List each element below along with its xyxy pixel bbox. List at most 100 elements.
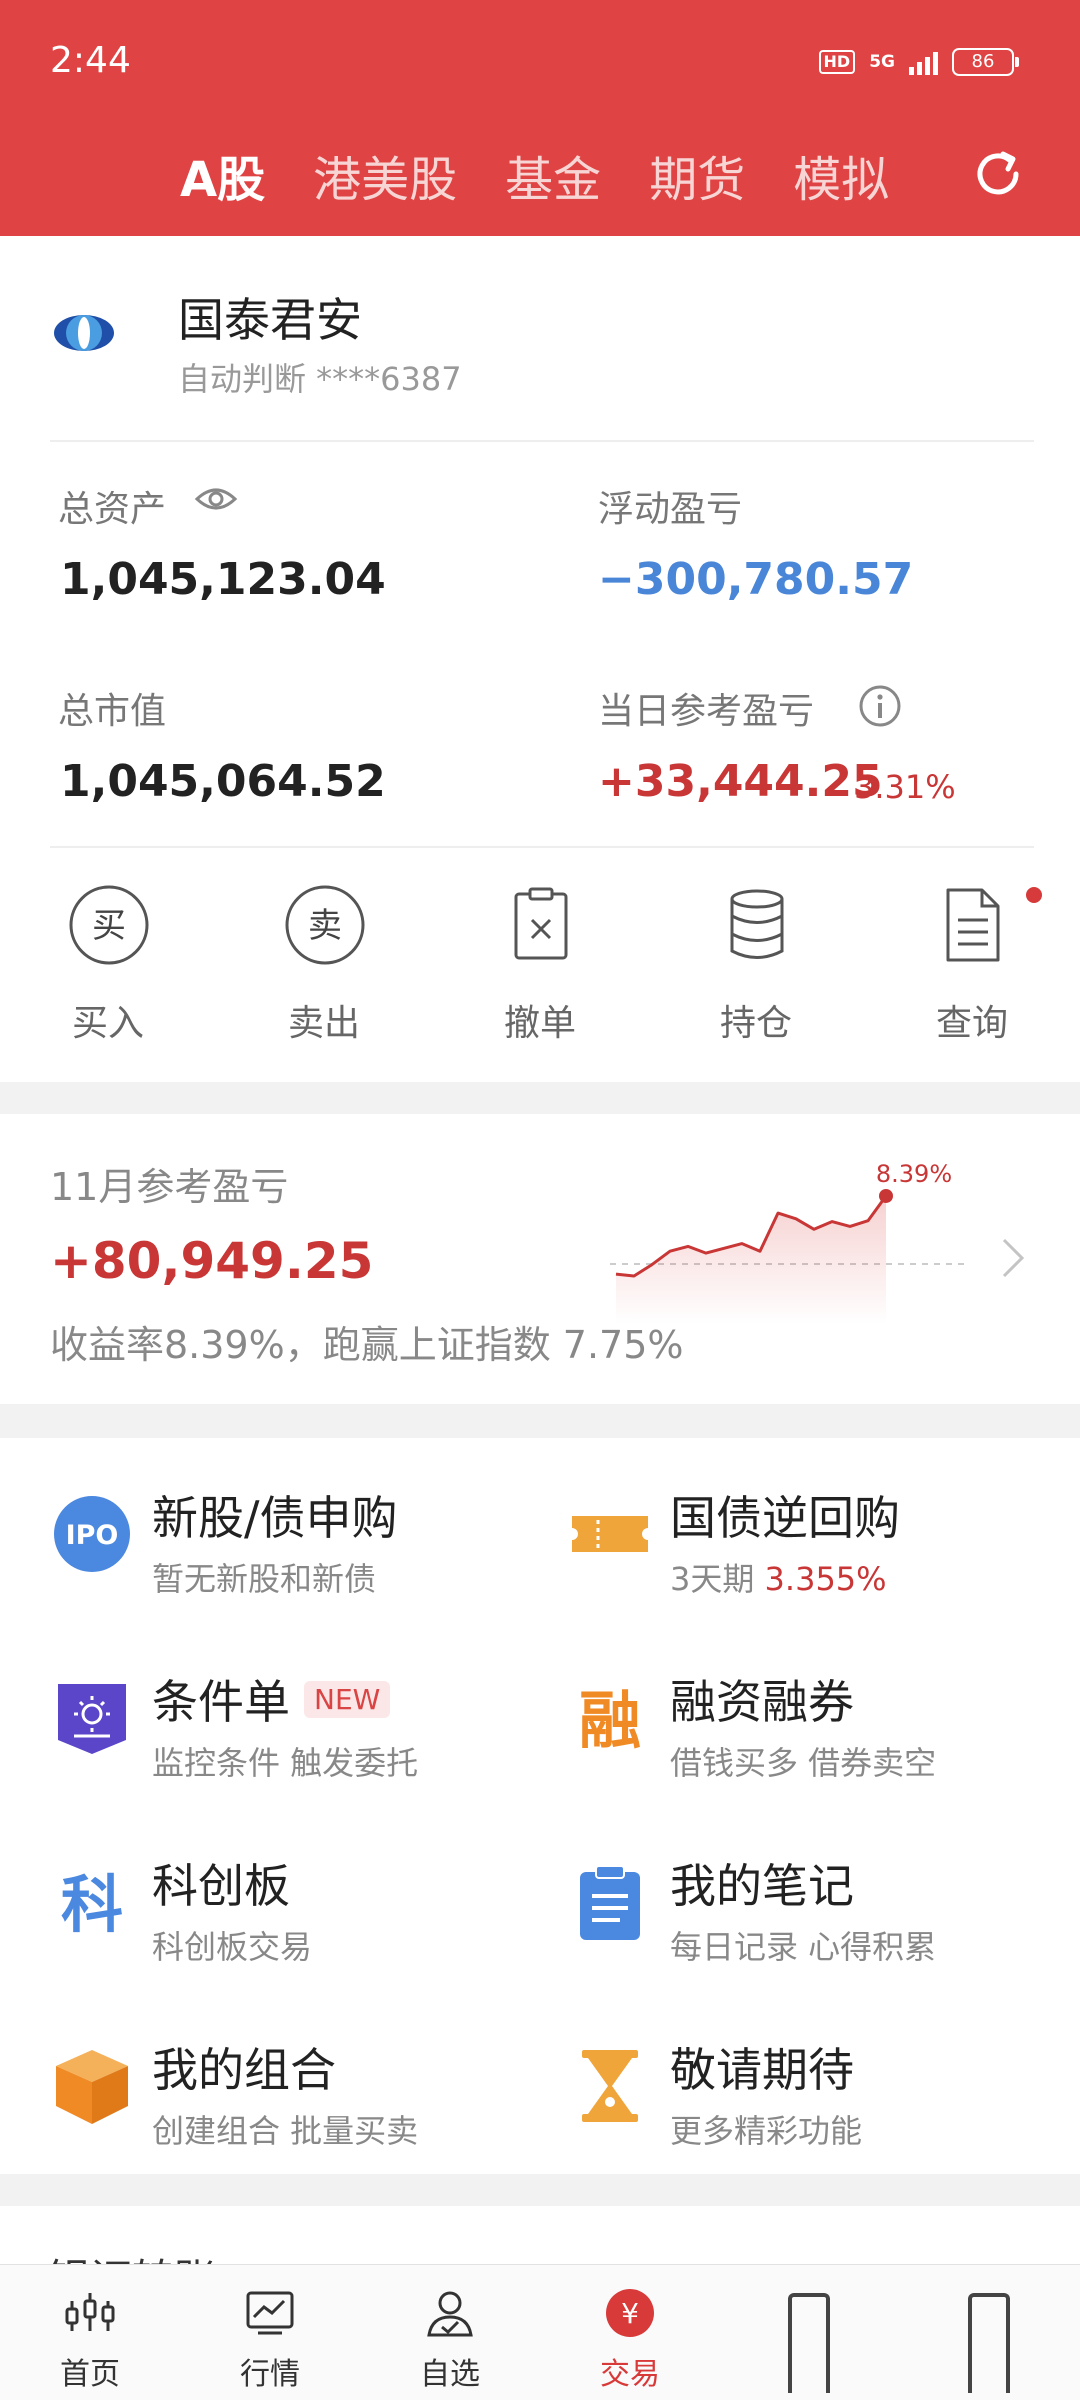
- repo-rate: 3.355%: [764, 1560, 887, 1598]
- bank-transfer-section-peek: 银证转账: [0, 2206, 1080, 2266]
- svg-text:¥: ¥: [621, 2297, 639, 2330]
- trade-yuan-icon: ¥: [606, 2289, 654, 2337]
- edge-panel-handle: [788, 2293, 830, 2393]
- ipo-icon: IPO: [54, 1496, 130, 1572]
- sell-label: 卖出: [287, 1003, 360, 1044]
- monthly-trend-chart: 8.39%: [610, 1164, 970, 1324]
- hd-icon: HD: [818, 50, 856, 74]
- notification-dot: [1026, 887, 1042, 903]
- network-type-icon: 5G: [869, 52, 895, 72]
- watchlist-person-icon: [427, 2291, 473, 2337]
- svg-text:卖: 卖: [308, 906, 342, 946]
- condition-order-icon: [58, 1684, 126, 1754]
- broker-logo-icon: [54, 315, 114, 351]
- star-market-item[interactable]: 科 科创板 科创板交易: [52, 1850, 552, 1990]
- condition-order-item[interactable]: 条件单 NEW 监控条件 触发委托: [52, 1666, 552, 1806]
- cancel-order-icon: [514, 887, 568, 960]
- bottom-navigation: 首页 行情 自选 ¥ 交易: [0, 2264, 1080, 2400]
- nav-label: 交易: [600, 2357, 660, 2392]
- tab-futures[interactable]: 期货: [649, 140, 745, 210]
- query-button[interactable]: 查询: [892, 884, 1052, 1054]
- monthly-pl-title: 11月参考盈亏: [50, 1165, 289, 1209]
- svg-text:融: 融: [579, 1684, 641, 1757]
- floating-pl-value: −300,780.57: [598, 554, 914, 605]
- chevron-right-icon[interactable]: [998, 1236, 1028, 1280]
- buy-label: 买入: [71, 1003, 144, 1044]
- query-label: 查询: [935, 1003, 1008, 1044]
- holdings-icon: [730, 889, 784, 959]
- nav-market[interactable]: 行情: [200, 2265, 340, 2400]
- total-assets-value: 1,045,123.04: [60, 554, 386, 605]
- tab-simulation[interactable]: 模拟: [793, 140, 889, 210]
- reverse-repo-item[interactable]: 国债逆回购 3天期 3.355%: [570, 1482, 1070, 1622]
- star-market-icon: 科: [61, 1868, 123, 1941]
- monthly-pl-description: 收益率8.39%，跑赢上证指数 7.75%: [50, 1323, 684, 1367]
- my-portfolio-item[interactable]: 我的组合 创建组合 批量买卖: [52, 2034, 552, 2174]
- tab-funds[interactable]: 基金: [505, 140, 601, 210]
- service-subtitle: 科创板交易: [152, 1928, 313, 1966]
- service-title: 条件单 NEW: [152, 1666, 391, 1732]
- service-title: 融资融券: [670, 1675, 854, 1729]
- divider: [50, 846, 1034, 848]
- service-subtitle: 3天期 3.355%: [670, 1554, 887, 1600]
- nav-label: 首页: [60, 2357, 120, 2392]
- daily-pl-percent: 3.31%: [854, 768, 956, 806]
- ipo-subscribe-item[interactable]: IPO 新股/债申购 暂无新股和新债: [52, 1482, 552, 1622]
- hourglass-icon: [582, 2050, 638, 2122]
- monthly-pl-card[interactable]: 11月参考盈亏 +80,949.25 收益率8.39%，跑赢上证指数 7.75%…: [0, 1114, 1080, 1404]
- status-time: 2:44: [50, 40, 131, 81]
- battery-icon: 86: [952, 48, 1019, 76]
- eye-visibility-icon[interactable]: [194, 484, 238, 514]
- account-number: 自动判断 ****6387: [178, 360, 462, 398]
- margin-trading-icon: 融: [579, 1684, 641, 1757]
- service-title: 我的笔记: [670, 1859, 854, 1913]
- service-subtitle: 借钱买多 借券卖空: [670, 1744, 937, 1782]
- nav-watchlist[interactable]: 自选: [380, 2265, 520, 2400]
- service-subtitle: 更多精彩功能: [670, 2112, 863, 2150]
- tab-a-shares[interactable]: A股: [180, 140, 265, 210]
- info-icon[interactable]: [858, 684, 902, 728]
- coming-soon-item[interactable]: 敬请期待 更多精彩功能: [570, 2034, 1070, 2174]
- holdings-label: 持仓: [719, 1003, 792, 1044]
- floating-pl-label: 浮动盈亏: [598, 489, 743, 530]
- buy-button[interactable]: 买 买入: [28, 884, 188, 1054]
- my-notes-item[interactable]: 我的笔记 每日记录 心得积累: [570, 1850, 1070, 1990]
- status-bar: 2:44 HD 5G 86: [0, 0, 1080, 130]
- margin-trading-item[interactable]: 融 融资融券 借钱买多 借券卖空: [570, 1666, 1070, 1806]
- svg-text:科: 科: [61, 1868, 123, 1941]
- repo-term: 3天期: [670, 1560, 765, 1598]
- nav-label: 行情: [240, 2357, 300, 2392]
- svg-text:买: 买: [92, 906, 126, 946]
- section-title: 银证转账: [48, 2246, 216, 2266]
- edge-panel-handle: [968, 2293, 1010, 2393]
- app-header: 2:44 HD 5G 86 A股 港美股 基金 期货 模拟: [0, 0, 1080, 236]
- svg-text:IPO: IPO: [66, 1520, 119, 1551]
- ticket-icon: [572, 1516, 648, 1552]
- trend-end-point: [879, 1189, 893, 1203]
- tab-hk-us-stocks[interactable]: 港美股: [313, 140, 457, 210]
- nav-home[interactable]: 首页: [20, 2265, 160, 2400]
- broker-name[interactable]: 国泰君安: [178, 284, 362, 350]
- monthly-pl-value: +80,949.25: [50, 1232, 374, 1290]
- condition-order-title: 条件单: [152, 1675, 290, 1729]
- new-badge: NEW: [304, 1681, 391, 1718]
- buy-icon: 买: [69, 885, 149, 965]
- market-value-label: 总市值: [58, 691, 167, 732]
- sell-button[interactable]: 卖 卖出: [244, 884, 404, 1054]
- daily-pl-value: +33,444.25: [598, 756, 883, 807]
- service-subtitle: 监控条件 触发委托: [152, 1744, 419, 1782]
- sell-icon: 卖: [285, 885, 365, 965]
- status-icons: HD 5G 86: [818, 48, 1019, 76]
- refresh-icon[interactable]: [968, 144, 1028, 204]
- service-subtitle: 创建组合 批量买卖: [152, 2112, 419, 2150]
- account-card: 国泰君安 自动判断 ****6387 总资产 1,045,123.04 浮动盈亏…: [0, 236, 1080, 1082]
- notes-clipboard-icon: [580, 1865, 640, 1940]
- market-value-value: 1,045,064.52: [60, 756, 386, 807]
- service-title: 国债逆回购: [670, 1491, 900, 1545]
- nav-trade[interactable]: ¥ 交易: [560, 2265, 700, 2400]
- home-candlestick-icon: [65, 2293, 115, 2331]
- cancel-order-button[interactable]: 撤单: [460, 884, 620, 1054]
- holdings-button[interactable]: 持仓: [676, 884, 836, 1054]
- signal-strength-icon: [909, 49, 938, 75]
- service-title: 我的组合: [152, 2043, 336, 2097]
